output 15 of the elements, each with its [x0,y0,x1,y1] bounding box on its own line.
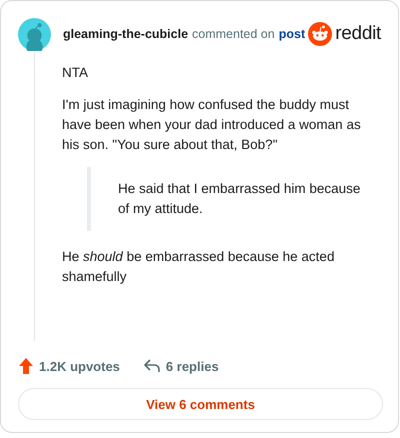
avatar-icon [18,18,51,50]
username[interactable]: gleaming-the-cubicle [63,27,188,41]
upvote-count: 1.2K upvotes [39,358,120,374]
reply-arrow-icon[interactable] [144,359,160,373]
quote-text: He said that I embarrassed him because of my attitude. [87,167,368,231]
reply-count: 6 replies [166,358,219,374]
comment-paragraph: I'm just imagining how confused the buddy must have been when your dad introduced a woman as his son. "You sure about that, Bob?" [62,96,362,154]
post-link[interactable]: post [278,27,306,41]
action-text: commented on [192,27,275,41]
comment-paragraph: NTA [62,64,89,82]
reddit-logo-icon [308,22,332,46]
view-comments-button[interactable]: View 6 comments [18,388,383,420]
comment-paragraph: He should be embarrassed because he acted shamefully [62,248,336,286]
upvote-arrow-icon[interactable] [19,358,33,374]
brand-name: reddit [335,23,381,45]
